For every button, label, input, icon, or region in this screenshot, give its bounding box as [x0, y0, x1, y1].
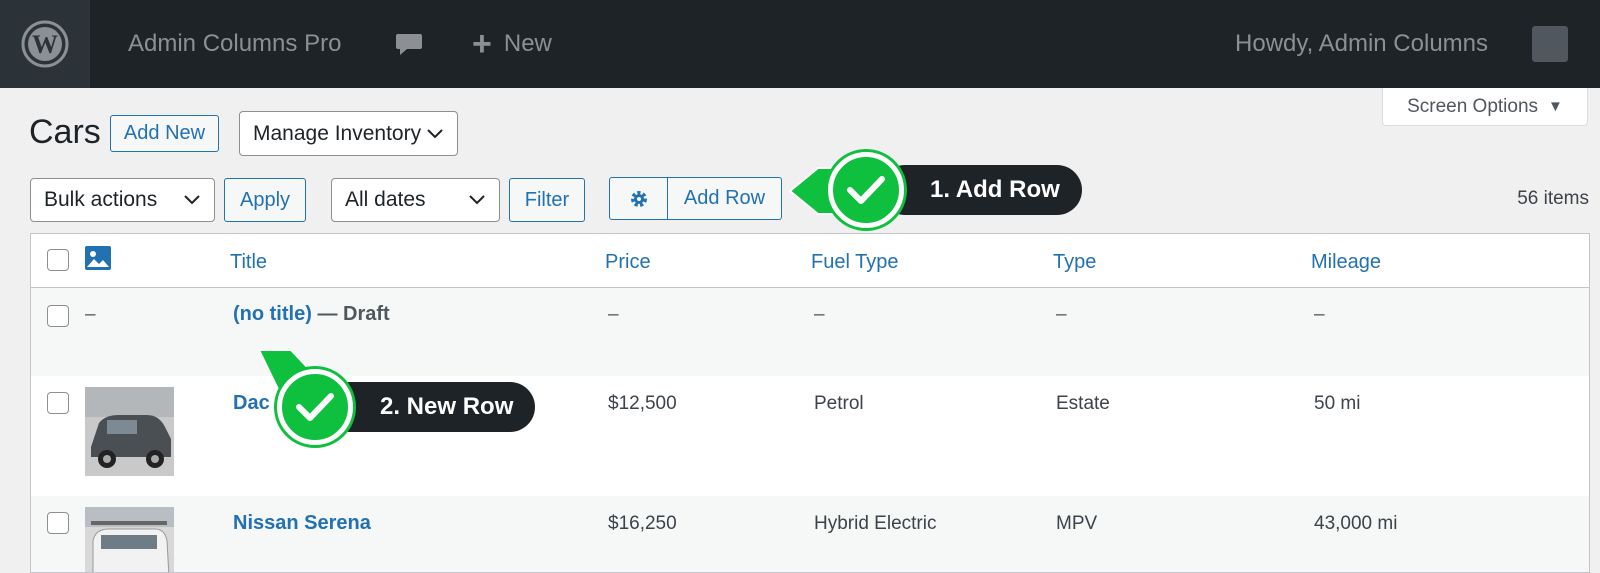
screen-options-button[interactable]: Screen Options ▼ — [1382, 88, 1588, 126]
manage-inventory-dropdown[interactable]: Manage Inventory — [239, 111, 458, 156]
screen-options-label: Screen Options — [1407, 95, 1539, 117]
account-greeting[interactable]: Howdy, Admin Columns — [1235, 0, 1488, 88]
callout-label: 2. New Row — [325, 382, 535, 432]
all-dates-label: All dates — [345, 188, 426, 211]
column-header-mileage[interactable]: Mileage — [1311, 251, 1381, 274]
row-title-link[interactable]: (no title) — [233, 303, 312, 325]
car-thumbnail[interactable] — [85, 507, 174, 572]
filter-button[interactable]: Filter — [509, 178, 585, 222]
price-cell: – — [608, 304, 619, 325]
admin-bar: W Admin Columns Pro + New Howdy, Admin C… — [0, 0, 1600, 88]
type-cell: Estate — [1056, 393, 1110, 414]
chevron-down-icon — [427, 128, 443, 138]
apply-button[interactable]: Apply — [224, 178, 306, 222]
price-cell: $12,500 — [608, 393, 677, 414]
dates-filter-select[interactable]: All dates — [331, 178, 500, 222]
type-cell: – — [1056, 304, 1067, 325]
image-column-icon[interactable] — [84, 245, 112, 276]
new-label: New — [503, 30, 552, 57]
post-state: — Draft — [317, 303, 390, 325]
row-title-link[interactable]: Nissan Serena — [233, 512, 371, 535]
mileage-cell: 43,000 mi — [1314, 513, 1398, 534]
triangle-down-icon: ▼ — [1548, 98, 1563, 115]
row-title: (no title) — Draft — [233, 303, 390, 326]
column-header-title[interactable]: Title — [230, 251, 267, 274]
table-row: Nissan Serena $16,250 Hybrid Electric MP… — [31, 496, 1589, 572]
table-header: Title Price Fuel Type Type Mileage — [31, 234, 1589, 288]
add-new-button[interactable]: Add New — [110, 115, 219, 152]
bulk-actions-label: Bulk actions — [44, 188, 158, 211]
callout-label: 1. Add Row — [880, 165, 1082, 215]
select-all-checkbox[interactable] — [47, 249, 69, 271]
checkmark-icon — [277, 369, 353, 445]
inline-add-toolbar: Add Row — [609, 177, 782, 220]
fuel-type-cell: Petrol — [814, 393, 864, 414]
column-header-fuel-type[interactable]: Fuel Type — [811, 251, 898, 274]
column-header-price[interactable]: Price — [605, 251, 651, 274]
chevron-down-icon — [184, 195, 200, 205]
row-checkbox[interactable] — [47, 392, 69, 414]
new-content-menu[interactable]: + New — [472, 0, 552, 88]
mileage-cell: 50 mi — [1314, 393, 1361, 414]
wordpress-logo-icon[interactable]: W — [0, 0, 90, 88]
fuel-type-cell: Hybrid Electric — [814, 513, 937, 534]
manage-inventory-label: Manage Inventory — [253, 121, 422, 145]
price-cell: $16,250 — [608, 513, 677, 534]
image-cell: – — [85, 304, 96, 325]
add-row-button[interactable]: Add Row — [668, 178, 781, 219]
checkmark-icon — [828, 152, 904, 228]
row-checkbox[interactable] — [47, 512, 69, 534]
comments-icon[interactable] — [394, 0, 424, 88]
bulk-actions-select[interactable]: Bulk actions — [30, 178, 215, 222]
items-count: 56 items — [1517, 188, 1589, 209]
car-thumbnail[interactable] — [85, 387, 174, 476]
chevron-down-icon — [469, 195, 485, 205]
type-cell: MPV — [1056, 513, 1098, 534]
page-title: Cars — [29, 113, 101, 151]
avatar[interactable] — [1532, 26, 1568, 62]
row-checkbox[interactable] — [47, 305, 69, 327]
mileage-cell: – — [1314, 304, 1325, 325]
column-header-type[interactable]: Type — [1053, 251, 1096, 274]
fuel-type-cell: – — [814, 304, 825, 325]
gear-icon[interactable] — [610, 178, 668, 219]
site-name-link[interactable]: Admin Columns Pro — [128, 0, 341, 88]
plus-icon: + — [472, 25, 492, 63]
svg-text:W: W — [32, 30, 58, 59]
